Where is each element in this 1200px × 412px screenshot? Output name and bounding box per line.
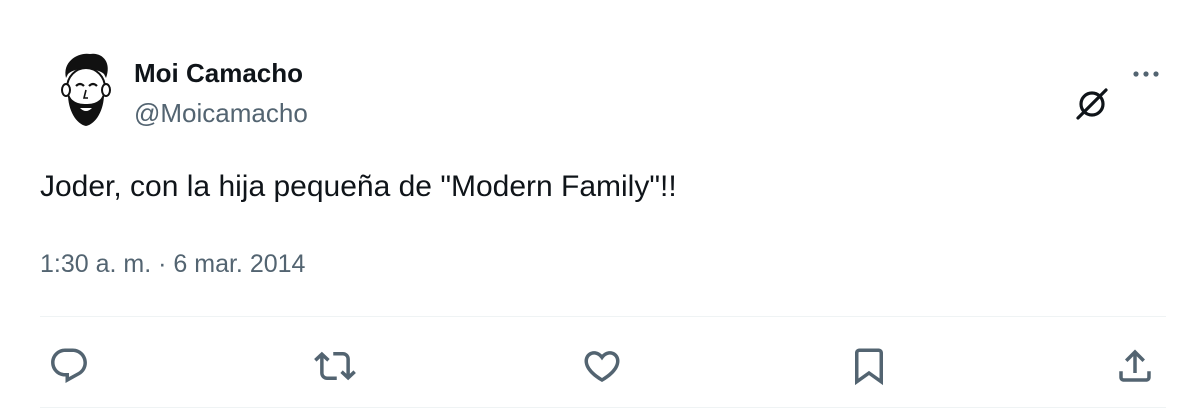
tweet-date[interactable]: 6 mar. 2014	[173, 250, 305, 278]
grok-icon[interactable]	[1072, 84, 1112, 124]
meta-separator: ·	[158, 250, 167, 278]
bookmark-icon[interactable]	[848, 345, 890, 387]
more-options-icon[interactable]	[1128, 56, 1164, 92]
like-icon[interactable]	[581, 345, 623, 387]
tweet-meta: 1:30 a. m. · 6 mar. 2014	[40, 248, 305, 280]
share-icon[interactable]	[1114, 345, 1156, 387]
avatar[interactable]	[40, 44, 130, 134]
tweet-time[interactable]: 1:30 a. m.	[40, 250, 151, 278]
retweet-icon[interactable]	[314, 345, 356, 387]
reply-icon[interactable]	[48, 345, 90, 387]
divider	[40, 316, 1166, 317]
avatar-illustration	[40, 44, 130, 134]
tweet-card[interactable]: Moi Camacho @Moicamacho Joder, con la hi…	[0, 0, 1200, 412]
author-name[interactable]: Moi Camacho	[134, 58, 303, 88]
tweet-text: Joder, con la hija pequeña de "Modern Fa…	[40, 170, 677, 203]
author-handle[interactable]: @Moicamacho	[134, 98, 308, 128]
divider-bottom	[40, 407, 1166, 408]
